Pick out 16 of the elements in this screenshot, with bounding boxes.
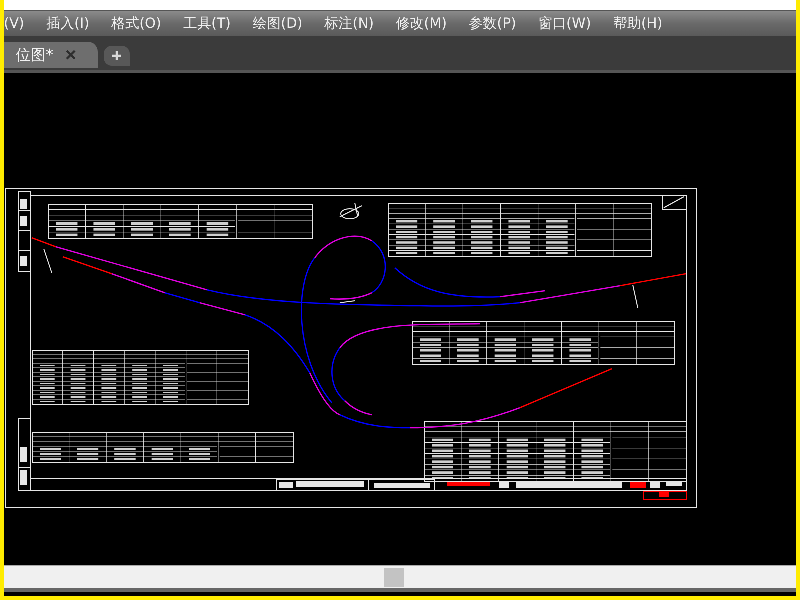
plus-icon [112,51,122,61]
menu-item[interactable]: 格式(O) [100,14,173,32]
menu-item[interactable]: 绘图(D) [242,14,314,32]
document-tab[interactable]: 位图* [4,42,98,68]
scrollbar-thumb[interactable] [384,568,404,586]
menu-item[interactable]: 窗口(W) [528,14,602,32]
menu-item[interactable]: 插入(I) [36,14,101,32]
menu-item[interactable]: 工具(T) [172,14,242,32]
menu-item[interactable]: 参数(P) [458,14,528,32]
horizontal-scrollbar[interactable] [4,565,796,588]
new-tab-button[interactable] [104,46,130,66]
menu-item[interactable]: 帮助(H) [602,14,674,32]
menu-item[interactable]: 修改(M) [385,14,458,32]
menu-item[interactable]: 标注(N) [314,14,386,32]
close-icon[interactable] [66,50,76,60]
menu-item[interactable]: (V) [4,16,36,32]
